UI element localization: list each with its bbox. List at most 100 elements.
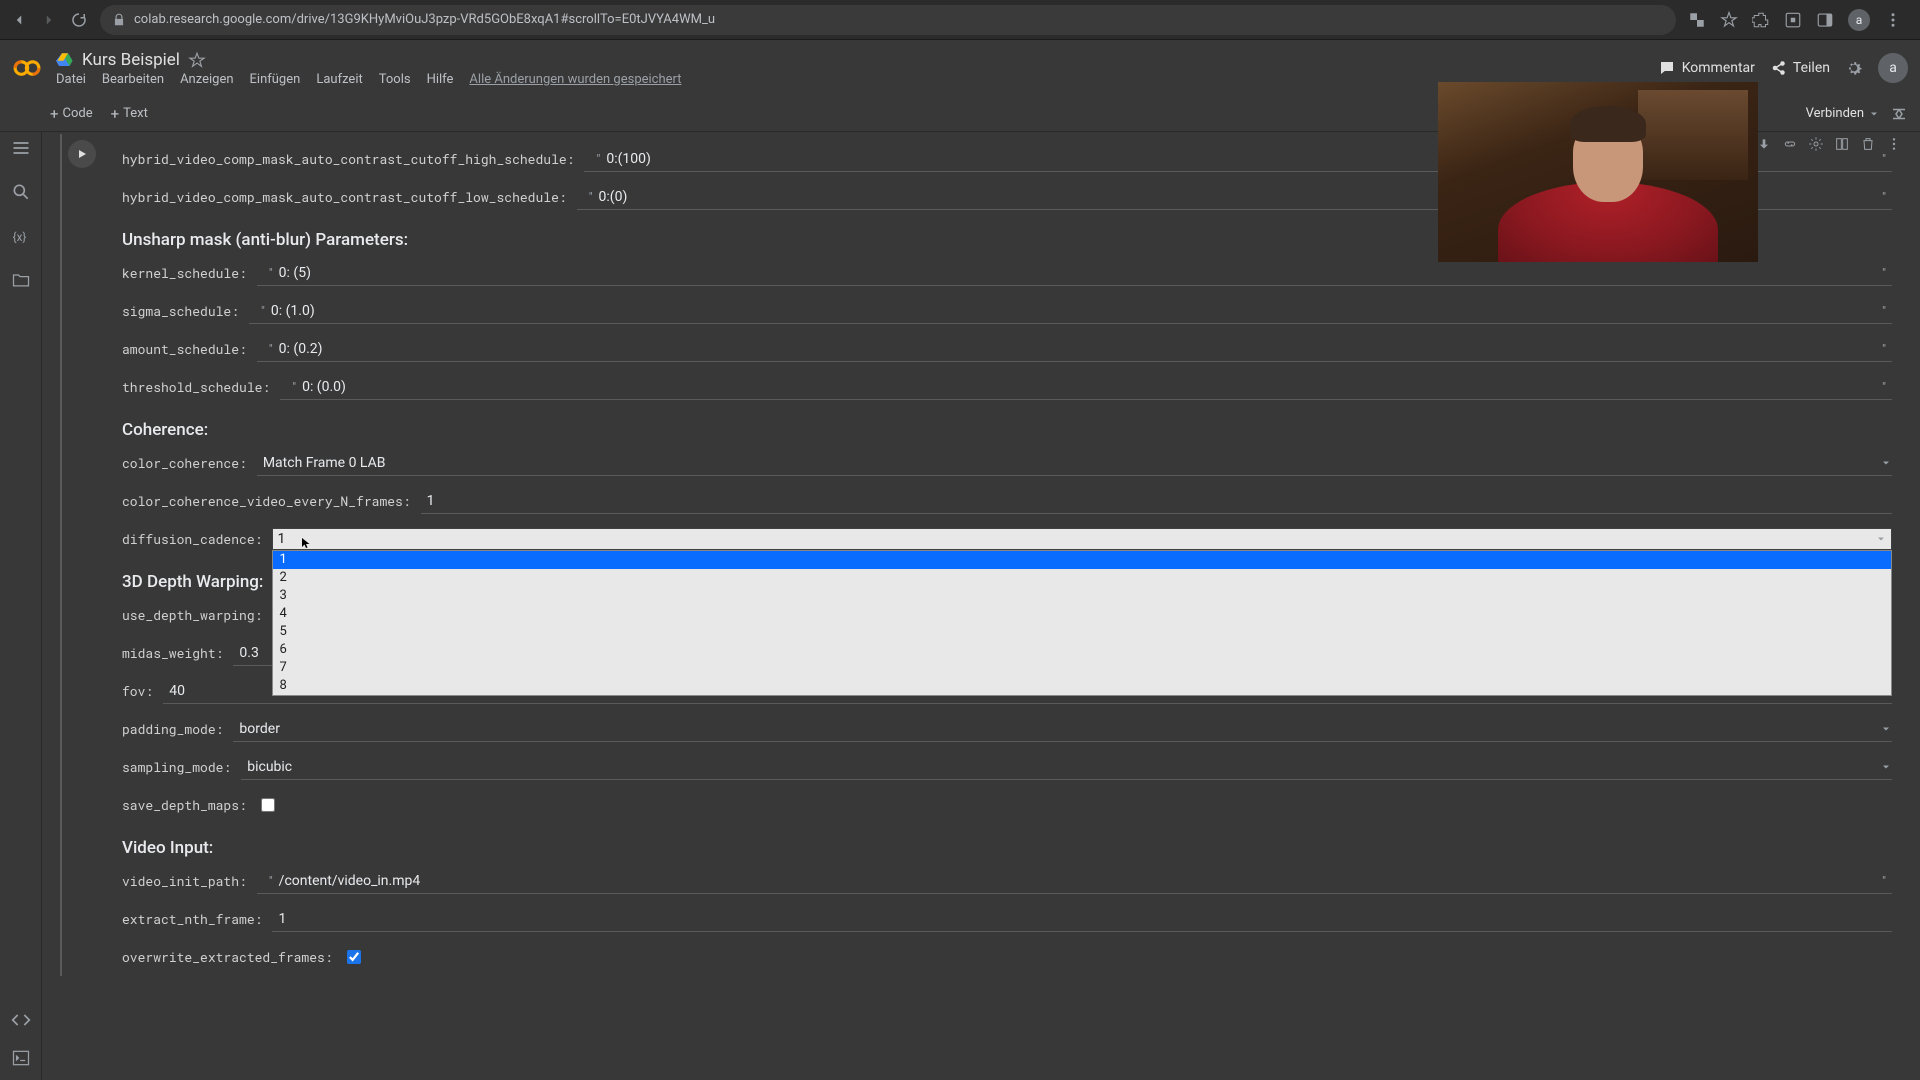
video-init-path: video_init_path:"/content/video_in.mp4" <box>122 862 1892 900</box>
run-cell-button[interactable] <box>68 140 96 168</box>
toggle-pane-icon[interactable] <box>1890 105 1908 123</box>
menu-file[interactable]: Datei <box>56 72 86 87</box>
save-status[interactable]: Alle Änderungen wurden gespeichert <box>469 72 681 87</box>
doc-title[interactable]: Kurs Beispiel <box>82 50 180 70</box>
diffusion-option-8[interactable]: 8 <box>273 677 1891 695</box>
unsharp-row-2-input[interactable]: "0: (0.2)" <box>257 337 1892 362</box>
addon-icon[interactable] <box>1784 11 1802 29</box>
add-text-button[interactable]: +Text <box>111 105 148 123</box>
quote-open-icon: " <box>263 266 279 280</box>
unsharp-row-2-label: amount_schedule: <box>122 340 257 358</box>
unsharp-row-3-input[interactable]: "0: (0.0)" <box>280 375 1892 400</box>
diffusion-cadence-dropdown[interactable]: 12345678 <box>272 550 1892 696</box>
share-icon <box>1769 59 1787 77</box>
color-coherence-select[interactable]: Match Frame 0 LAB <box>257 451 1892 476</box>
add-code-button[interactable]: +Code <box>50 105 93 123</box>
chevron-down-icon <box>1880 723 1892 735</box>
hybrid-row-0-label: hybrid_video_comp_mask_auto_contrast_cut… <box>122 150 584 168</box>
diffusion-option-3[interactable]: 3 <box>273 587 1891 605</box>
url-bar[interactable]: colab.research.google.com/drive/13G9KHyM… <box>100 5 1676 35</box>
kebab-icon[interactable] <box>1884 11 1902 29</box>
presenter-webcam-overlay <box>1438 82 1758 262</box>
quote-open-icon: " <box>255 304 271 318</box>
unsharp-row-1-value: 0: (1.0) <box>271 303 1876 319</box>
connect-label: Verbinden <box>1806 106 1864 121</box>
unsharp-row-0-input[interactable]: "0: (5)" <box>257 261 1892 286</box>
back-icon[interactable] <box>10 11 28 29</box>
bookmark-icon[interactable] <box>1720 11 1738 29</box>
video-init-path-input[interactable]: "/content/video_in.mp4" <box>257 869 1892 894</box>
color-coherence-value: Match Frame 0 LAB <box>263 455 1880 471</box>
overwrite-extracted-frames-checkbox[interactable] <box>347 950 361 964</box>
search-icon[interactable] <box>11 182 31 202</box>
gear-icon[interactable] <box>1844 58 1864 78</box>
extract-nth-frame-value: 1 <box>278 911 1892 927</box>
unsharp-row-0-value: 0: (5) <box>279 265 1876 281</box>
quote-close-icon: " <box>1876 190 1892 204</box>
color-coherence-every-n: color_coherence_video_every_N_frames:1 <box>122 482 1892 520</box>
section-coherence: Coherence: <box>122 406 1892 444</box>
account-avatar[interactable]: a <box>1878 53 1908 83</box>
color-coherence: color_coherence:Match Frame 0 LAB <box>122 444 1892 482</box>
menu-help[interactable]: Hilfe <box>427 72 454 87</box>
sampling-mode-select[interactable]: bicubic <box>241 755 1892 780</box>
save-depth-maps-label: save_depth_maps: <box>122 796 257 814</box>
unsharp-row-0-label: kernel_schedule: <box>122 264 257 282</box>
diffusion-option-6[interactable]: 6 <box>273 641 1891 659</box>
diffusion-cadence-label: diffusion_cadence: <box>122 530 272 548</box>
padding-mode-select[interactable]: border <box>233 717 1892 742</box>
comment-label: Kommentar <box>1682 60 1755 76</box>
unsharp-row-1: sigma_schedule:"0: (1.0)" <box>122 292 1892 330</box>
menu-insert[interactable]: Einfügen <box>250 72 301 87</box>
star-icon[interactable] <box>188 51 206 69</box>
quote-close-icon: " <box>1876 380 1892 394</box>
chevron-down-icon <box>1880 457 1892 469</box>
diffusion-cadence-select[interactable]: 1 <box>272 528 1892 550</box>
unsharp-row-3-label: threshold_schedule: <box>122 378 280 396</box>
use-depth-warping-label: use_depth_warping: <box>122 606 272 624</box>
extensions-icon[interactable] <box>1752 11 1770 29</box>
toc-icon[interactable] <box>11 138 31 158</box>
diffusion-option-7[interactable]: 7 <box>273 659 1891 677</box>
diffusion-option-4[interactable]: 4 <box>273 605 1891 623</box>
padding-mode: padding_mode:border <box>122 710 1892 748</box>
quote-open-icon: " <box>590 152 606 166</box>
code-icon[interactable] <box>11 1010 31 1030</box>
diffusion-option-5[interactable]: 5 <box>273 623 1891 641</box>
menu-edit[interactable]: Bearbeiten <box>102 72 164 87</box>
url-text: colab.research.google.com/drive/13G9KHyM… <box>134 12 1664 27</box>
notebook-main: hybrid_video_comp_mask_auto_contrast_cut… <box>42 132 1920 1080</box>
diffusion-option-1[interactable]: 1 <box>273 551 1891 569</box>
hybrid-row-1-label: hybrid_video_comp_mask_auto_contrast_cut… <box>122 188 577 206</box>
color-coherence-every-n-input[interactable]: 1 <box>421 489 1892 514</box>
drive-icon <box>56 51 74 69</box>
unsharp-row-2-value: 0: (0.2) <box>279 341 1876 357</box>
browser-profile-avatar[interactable]: a <box>1848 9 1870 31</box>
colab-logo-icon[interactable] <box>12 53 42 83</box>
save-depth-maps-checkbox[interactable] <box>261 798 275 812</box>
title-block: Kurs Beispiel Datei Bearbeiten Anzeigen … <box>56 50 682 87</box>
quote-close-icon: " <box>1876 266 1892 280</box>
sampling-mode: sampling_mode:bicubic <box>122 748 1892 786</box>
variables-icon[interactable]: {x} <box>11 226 31 246</box>
translate-icon[interactable] <box>1688 11 1706 29</box>
menu-runtime[interactable]: Laufzeit <box>316 72 362 87</box>
terminal-icon[interactable] <box>11 1048 31 1068</box>
overwrite-extracted-frames-label: overwrite_extracted_frames: <box>122 948 343 966</box>
share-button[interactable]: Teilen <box>1769 59 1830 77</box>
comment-button[interactable]: Kommentar <box>1658 59 1755 77</box>
color-coherence-every-n-value: 1 <box>427 493 1892 509</box>
unsharp-row-1-input[interactable]: "0: (1.0)" <box>249 299 1892 324</box>
padding-mode-value: border <box>239 721 1880 737</box>
menu-view[interactable]: Anzeigen <box>180 72 233 87</box>
forward-icon[interactable] <box>40 11 58 29</box>
diffusion-option-2[interactable]: 2 <box>273 569 1891 587</box>
sidepanel-icon[interactable] <box>1816 11 1834 29</box>
reload-icon[interactable] <box>70 11 88 29</box>
connect-button[interactable]: Verbinden <box>1806 106 1880 121</box>
sampling-mode-label: sampling_mode: <box>122 758 241 776</box>
folder-icon[interactable] <box>11 270 31 290</box>
quote-open-icon: " <box>263 874 279 888</box>
menu-tools[interactable]: Tools <box>379 72 411 87</box>
extract-nth-frame-input[interactable]: 1 <box>272 907 1892 932</box>
